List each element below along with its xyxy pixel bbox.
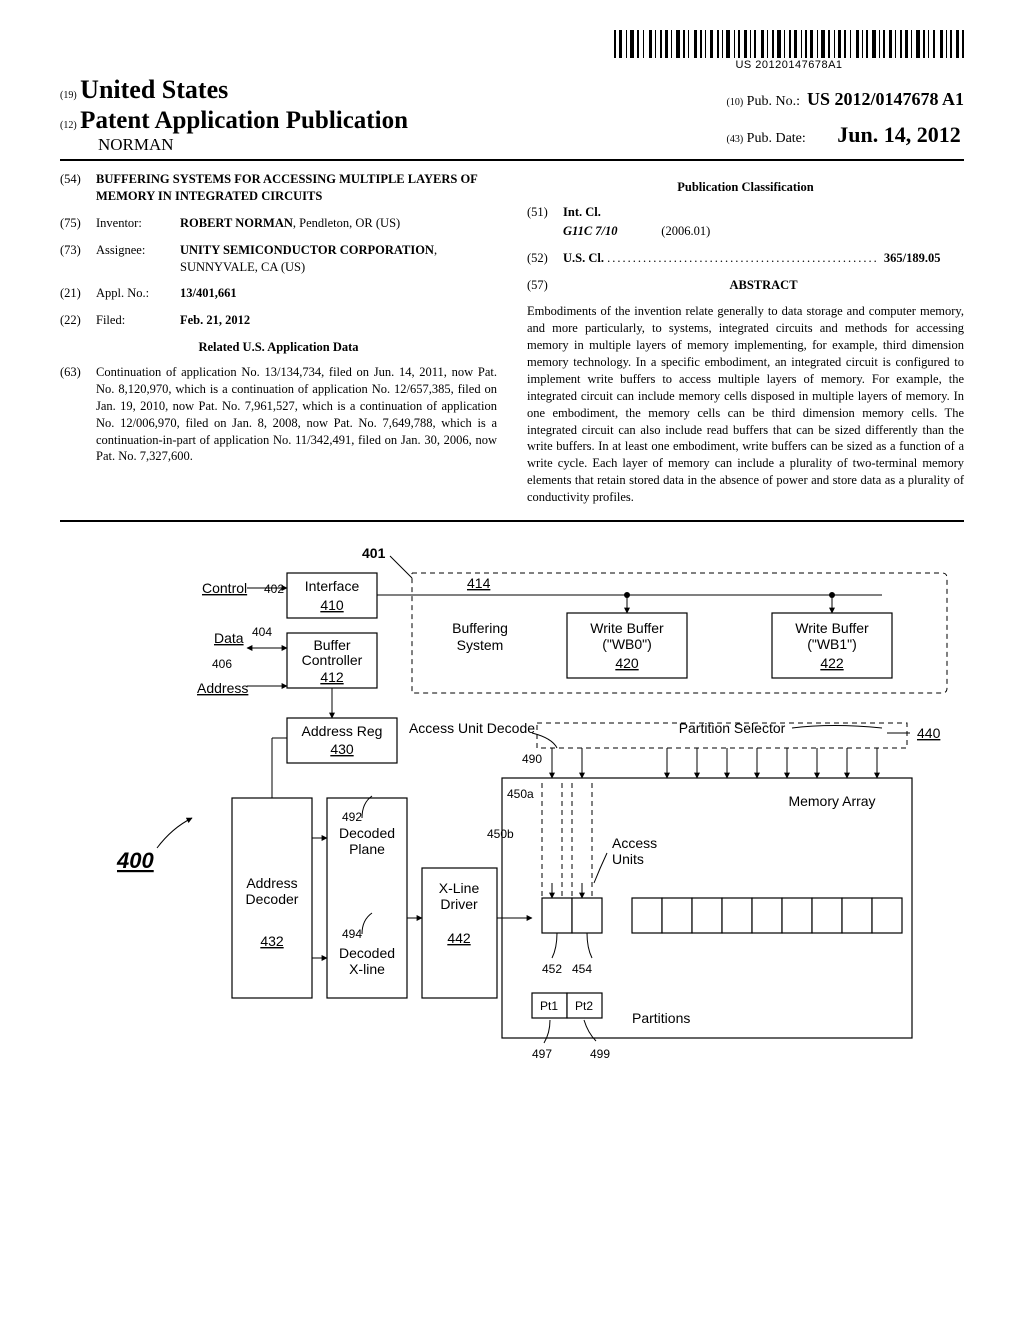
fig-label-wb1-a: Write Buffer — [795, 620, 869, 636]
fig-ref-430: 430 — [330, 741, 354, 757]
fig-ref-400: 400 — [116, 848, 154, 873]
barcode-area: US 20120147678A1 — [60, 30, 964, 73]
fig-label-wb0-a: Write Buffer — [590, 620, 664, 636]
fig-cell-row — [542, 898, 902, 933]
abstract-text: Embodiments of the invention relate gene… — [527, 303, 964, 506]
uscl-code: (52) — [527, 250, 563, 267]
fig-label-decoded-b: Plane — [349, 841, 385, 857]
fig-ref-454: 454 — [572, 962, 592, 976]
fig-label-addr-decoder-b: Decoder — [246, 891, 299, 907]
pub-type: Patent Application Publication — [80, 107, 408, 134]
inventor-code: (75) — [60, 215, 96, 232]
related-heading: Related U.S. Application Data — [60, 339, 497, 356]
related-data-text: Continuation of application No. 13/134,7… — [96, 364, 497, 465]
fig-ref-414: 414 — [467, 575, 491, 591]
fig-label-access-units-b: Units — [612, 851, 644, 867]
pubtype-code: (12) — [60, 120, 77, 131]
fig-label-address-reg: Address Reg — [302, 723, 383, 739]
fig-ref-442: 442 — [447, 930, 471, 946]
fig-label-buffering-b: System — [457, 637, 504, 653]
fig-label-access-unit-decode: Access Unit Decode — [409, 720, 535, 736]
pub-number: US 2012/0147678 A1 — [807, 89, 964, 109]
pubno-label: Pub. No.: — [747, 94, 800, 109]
fig-label-buffer-controller-2: Controller — [302, 652, 363, 668]
fig-ref-450a: 450a — [507, 787, 534, 801]
filed-code: (22) — [60, 312, 96, 329]
fig-ref-412: 412 — [320, 669, 344, 685]
intcl-value: G11C 7/10 — [563, 224, 618, 238]
fig-label-address: Address — [197, 680, 248, 696]
fig-ref-490: 490 — [522, 752, 542, 766]
fig-label-decoded-x-b: X-line — [349, 961, 385, 977]
uscl-value: 365/189.05 — [884, 251, 941, 265]
fig-ref-422: 422 — [820, 655, 844, 671]
fig-label-addr-decoder-a: Address — [246, 875, 297, 891]
appl-number: 13/401,661 — [180, 286, 237, 300]
intcl-label: Int. Cl. — [563, 205, 601, 219]
intcl-code: (51) — [527, 204, 563, 221]
barcode-number: US 20120147678A1 — [614, 59, 964, 71]
fig-ref-410: 410 — [320, 597, 344, 613]
fig-label-xline-a: X-Line — [439, 880, 480, 896]
inventor-label: Inventor: — [96, 215, 180, 232]
patent-figure: 400 401 414 Control 402 Data 404 Address… — [72, 538, 952, 1081]
fig-label-pt2: Pt2 — [575, 999, 593, 1013]
abstract-label: ABSTRACT — [563, 277, 964, 294]
fig-label-buffering-a: Buffering — [452, 620, 508, 636]
fig-ref-401: 401 — [362, 545, 386, 561]
fig-ref-440: 440 — [917, 725, 941, 741]
fig-label-access-units-a: Access — [612, 835, 657, 851]
pubdate-code: (43) — [727, 134, 744, 145]
pubdate-label: Pub. Date: — [747, 131, 806, 146]
fig-label-interface: Interface — [305, 578, 360, 594]
document-header: (19) United States (12) Patent Applicati… — [60, 75, 964, 161]
fig-ref-420: 420 — [615, 655, 639, 671]
applno-code: (21) — [60, 285, 96, 302]
inventor-name: ROBERT NORMAN — [180, 216, 293, 230]
fig-ref-499: 499 — [590, 1047, 610, 1061]
intcl-date: (2006.01) — [661, 224, 710, 238]
filed-date: Feb. 21, 2012 — [180, 313, 250, 327]
applno-label: Appl. No.: — [96, 285, 180, 302]
dot-leader: ........................................… — [607, 251, 884, 265]
assignee-label: Assignee: — [96, 242, 180, 259]
fig-label-xline-b: Driver — [440, 896, 478, 912]
fig-label-partitions: Partitions — [632, 1010, 690, 1026]
pub-class-heading: Publication Classification — [527, 179, 964, 196]
fig-label-pt1: Pt1 — [540, 999, 558, 1013]
uscl-label: U.S. Cl. — [563, 251, 604, 265]
related-code: (63) — [60, 364, 96, 381]
fig-ref-497: 497 — [532, 1047, 552, 1061]
country: United States — [80, 75, 228, 104]
fig-ref-494: 494 — [342, 927, 362, 941]
fig-label-decoded-a: Decoded — [339, 825, 395, 841]
pubno-code: (10) — [727, 97, 744, 108]
fig-ref-452: 452 — [542, 962, 562, 976]
fig-label-wb0-b: ("WB0") — [602, 636, 652, 652]
filed-label: Filed: — [96, 312, 180, 329]
fig-label-decoded-x-a: Decoded — [339, 945, 395, 961]
invention-title: BUFFERING SYSTEMS FOR ACCESSING MULTIPLE… — [96, 171, 497, 205]
fig-label-partition-selector: Partition Selector — [679, 720, 786, 736]
abstract-code: (57) — [527, 277, 563, 294]
barcode-bars — [614, 30, 964, 58]
assignee-code: (73) — [60, 242, 96, 259]
fig-label-control: Control — [202, 580, 247, 596]
fig-label-wb1-b: ("WB1") — [807, 636, 857, 652]
fig-label-buffer-controller-1: Buffer — [313, 637, 350, 653]
assignee-name: UNITY SEMICONDUCTOR CORPORATION — [180, 243, 434, 257]
fig-ref-450b: 450b — [487, 827, 514, 841]
fig-ref-406: 406 — [212, 657, 232, 671]
fig-label-memory-array: Memory Array — [788, 793, 875, 809]
fig-ref-402: 402 — [264, 582, 284, 596]
inventor-loc: , Pendleton, OR (US) — [293, 216, 400, 230]
author-line: NORMAN — [98, 135, 408, 155]
pub-date: Jun. 14, 2012 — [837, 122, 960, 147]
fig-label-data: Data — [214, 630, 244, 646]
country-code: (19) — [60, 90, 77, 101]
fig-ref-432: 432 — [260, 933, 284, 949]
fig-ref-404: 404 — [252, 625, 272, 639]
fig-ref-492: 492 — [342, 810, 362, 824]
title-code: (54) — [60, 171, 96, 188]
